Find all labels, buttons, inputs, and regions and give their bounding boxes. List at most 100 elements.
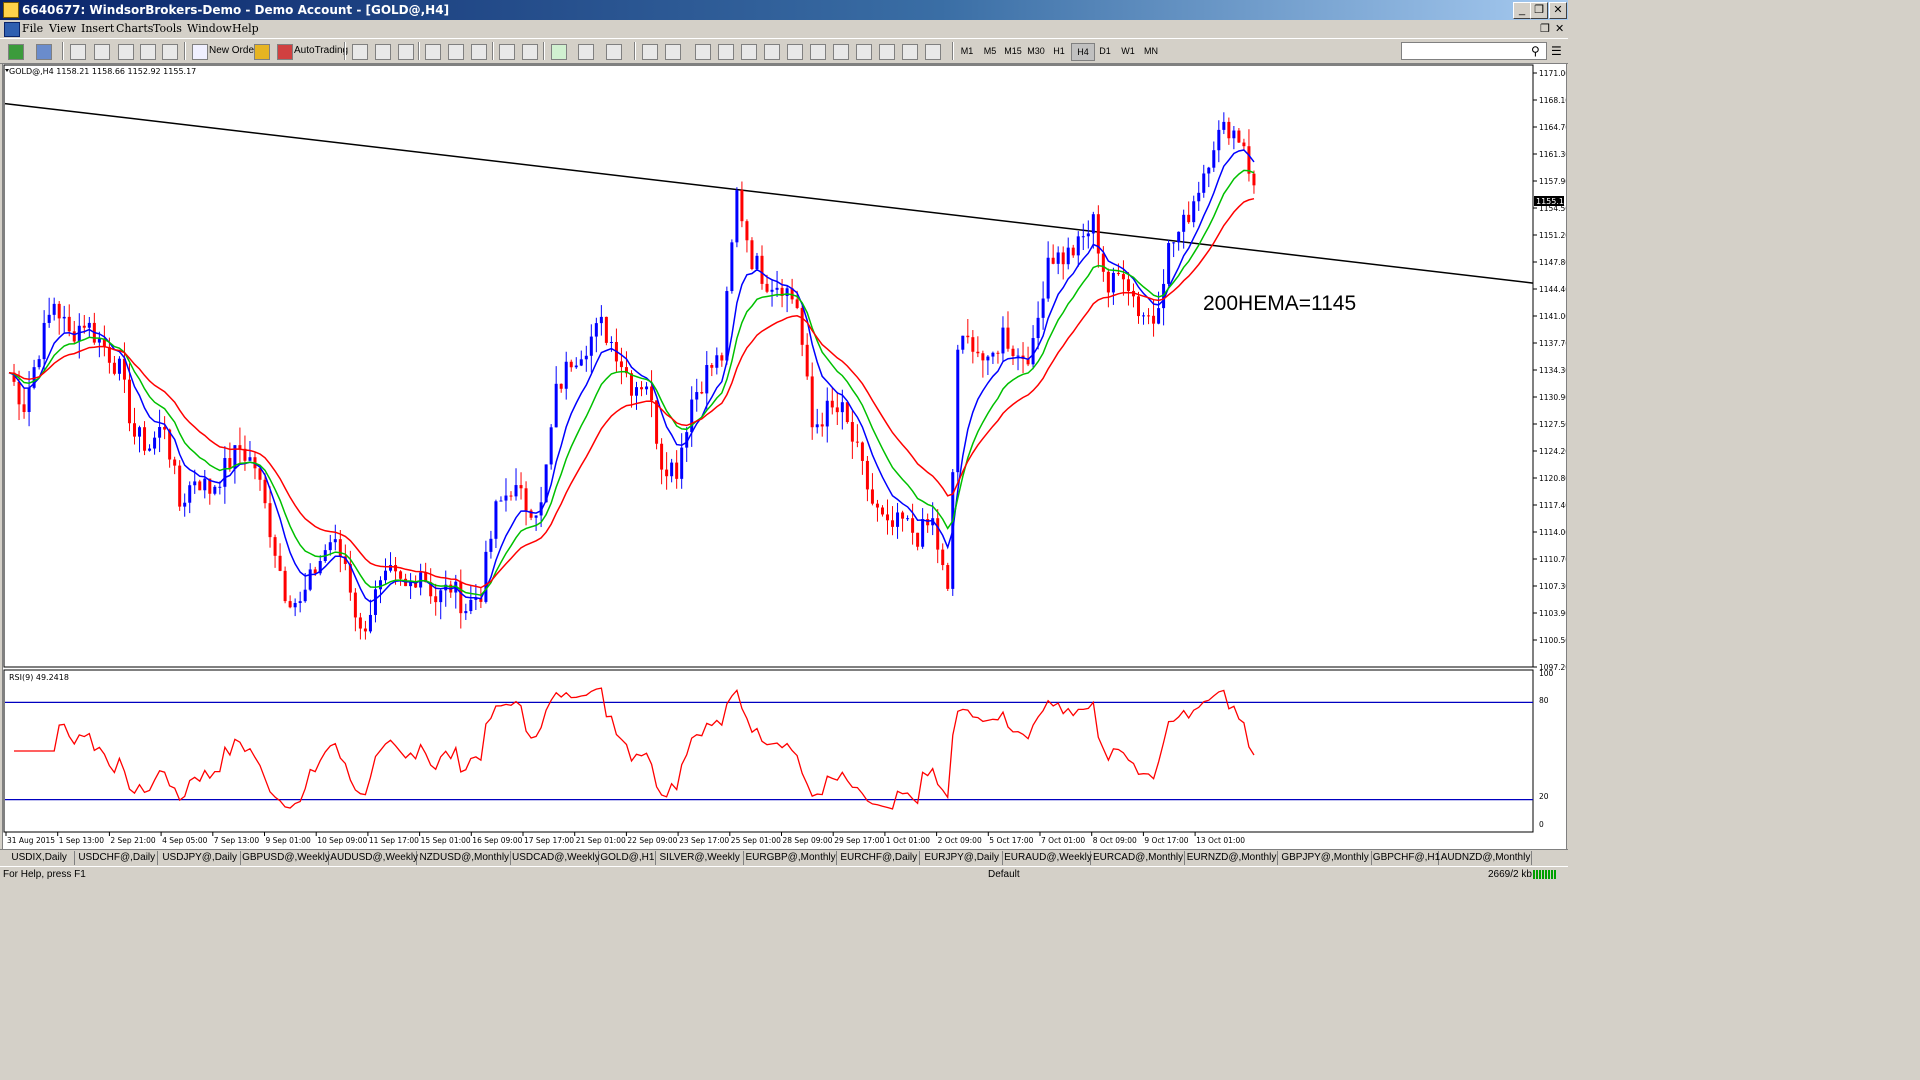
candlestick-chart-icon[interactable]: [375, 44, 391, 60]
child-close-button[interactable]: ✕: [1555, 22, 1564, 35]
symbol-tab[interactable]: GOLD@,H1: [600, 851, 656, 865]
candle-body: [1242, 142, 1246, 147]
menu-file[interactable]: File: [22, 22, 43, 35]
symbol-tab[interactable]: AUDNZD@,Monthly: [1440, 851, 1533, 865]
new-chart-icon[interactable]: [8, 44, 24, 60]
templates-icon[interactable]: [606, 44, 622, 60]
zoom-in-icon[interactable]: [425, 44, 441, 60]
symbol-tab[interactable]: USDIX,Daily: [4, 851, 76, 865]
symbol-tab[interactable]: EURGBP@,Monthly: [745, 851, 838, 865]
bar-chart-icon[interactable]: [352, 44, 368, 60]
chart-window[interactable]: GOLD@,H4 1158.21 1158.66 1152.92 1155.17…: [2, 63, 1567, 850]
cursor-icon[interactable]: [642, 44, 658, 60]
menu-charts[interactable]: Charts: [116, 22, 153, 35]
candle-body: [163, 427, 167, 430]
symbol-tab[interactable]: AUDUSD@,Weekly: [330, 851, 418, 865]
candle-body: [198, 481, 202, 491]
timeframe-h4[interactable]: H4: [1071, 43, 1095, 61]
candle-body: [313, 569, 317, 574]
symbol-tab[interactable]: NZDUSD@,Monthly: [419, 851, 511, 865]
search-input[interactable]: [1401, 42, 1547, 60]
candle-body: [921, 519, 925, 547]
terminal-icon[interactable]: [140, 44, 156, 60]
symbol-tab[interactable]: SILVER@,Weekly: [657, 851, 744, 865]
symbol-tab[interactable]: GBPJPY@,Monthly: [1279, 851, 1372, 865]
metaeditor-icon[interactable]: [254, 44, 270, 60]
autotrading-button[interactable]: AutoTrading: [294, 43, 348, 59]
candle-body: [645, 386, 649, 390]
new-order-button[interactable]: New Order: [209, 43, 257, 59]
tile-windows-icon[interactable]: [471, 44, 487, 60]
candle-body: [203, 478, 207, 491]
candle-body: [745, 221, 749, 241]
symbol-tab[interactable]: EURCHF@,Daily: [838, 851, 921, 865]
timeframe-m1[interactable]: M1: [956, 43, 978, 59]
menu-insert[interactable]: Insert: [81, 22, 114, 35]
indicators-icon[interactable]: [551, 44, 567, 60]
data-window-icon[interactable]: [118, 44, 134, 60]
candle-body: [775, 287, 779, 290]
menu-tools[interactable]: Tools: [153, 22, 182, 35]
candle-body: [800, 307, 804, 345]
fibo-fan-icon[interactable]: [902, 44, 918, 60]
market-watch-icon[interactable]: [70, 44, 86, 60]
zoom-out-icon[interactable]: [448, 44, 464, 60]
chart-shift-icon[interactable]: [522, 44, 538, 60]
chart-window-icon[interactable]: [4, 22, 20, 37]
title-bar: 6640677: WindsorBrokers-Demo - Demo Acco…: [0, 0, 1568, 20]
periods-icon[interactable]: [578, 44, 594, 60]
symbol-tab[interactable]: USDCAD@,Weekly: [512, 851, 600, 865]
auto-scroll-icon[interactable]: [499, 44, 515, 60]
symbol-tab[interactable]: GBPCHF@,H1: [1373, 851, 1440, 865]
autotrading-icon[interactable]: [277, 44, 293, 60]
symbol-tab[interactable]: GBPUSD@,Weekly: [242, 851, 330, 865]
candle-body: [730, 242, 734, 292]
options-icon[interactable]: ☰: [1551, 43, 1562, 59]
symbol-tab[interactable]: EURJPY@,Daily: [921, 851, 1004, 865]
timeframe-d1[interactable]: D1: [1094, 43, 1116, 59]
timeframe-h1[interactable]: H1: [1048, 43, 1070, 59]
timeframe-m15[interactable]: M15: [1002, 43, 1024, 59]
text-icon[interactable]: [810, 44, 826, 60]
timeframe-m30[interactable]: M30: [1025, 43, 1047, 59]
fibonacci-icon[interactable]: [787, 44, 803, 60]
equidistant-channel-icon[interactable]: [764, 44, 780, 60]
crosshair-icon[interactable]: [665, 44, 681, 60]
candle-body: [735, 190, 739, 243]
menu-help[interactable]: Help: [232, 22, 259, 35]
profiles-icon[interactable]: [36, 44, 52, 60]
timeframe-w1[interactable]: W1: [1117, 43, 1139, 59]
fibo-retracement-icon[interactable]: [856, 44, 872, 60]
vertical-line-icon[interactable]: [695, 44, 711, 60]
arrows-icon[interactable]: [925, 44, 941, 60]
timeframe-mn[interactable]: MN: [1140, 43, 1162, 59]
new-order-icon[interactable]: [192, 44, 208, 60]
trendline-icon[interactable]: [741, 44, 757, 60]
time-label: 2 Sep 21:00: [110, 836, 156, 845]
menu-window[interactable]: Window: [187, 22, 232, 35]
navigator-icon[interactable]: [94, 44, 110, 60]
ema-annotation[interactable]: 200HEMA=1145: [1203, 292, 1356, 315]
symbol-tab[interactable]: EURCAD@,Monthly: [1092, 851, 1185, 865]
candle-body: [107, 346, 111, 363]
candle-body: [941, 549, 945, 566]
gann-icon[interactable]: [879, 44, 895, 60]
horizontal-line-icon[interactable]: [718, 44, 734, 60]
menu-view[interactable]: View: [49, 22, 76, 35]
strategy-tester-icon[interactable]: [162, 44, 178, 60]
line-chart-icon[interactable]: [398, 44, 414, 60]
restore-button[interactable]: ❐: [1530, 2, 1548, 19]
symbol-tab[interactable]: USDCHF@,Daily: [76, 851, 159, 865]
text-label-icon[interactable]: [833, 44, 849, 60]
timeframe-m5[interactable]: M5: [979, 43, 1001, 59]
minimize-button[interactable]: _: [1513, 2, 1531, 19]
candle-body: [740, 190, 744, 222]
price-label: 1171.00: [1539, 69, 1566, 78]
chart-canvas[interactable]: GOLD@,H4 1158.21 1158.66 1152.92 1155.17…: [3, 64, 1566, 849]
symbol-tab[interactable]: EURAUD@,Weekly: [1004, 851, 1092, 865]
close-button[interactable]: ✕: [1549, 2, 1567, 19]
symbol-tab[interactable]: EURNZD@,Monthly: [1186, 851, 1279, 865]
symbol-tab[interactable]: USDJPY@,Daily: [159, 851, 242, 865]
search-icon[interactable]: ⚲: [1531, 43, 1540, 59]
child-restore-button[interactable]: ❐: [1540, 22, 1550, 35]
